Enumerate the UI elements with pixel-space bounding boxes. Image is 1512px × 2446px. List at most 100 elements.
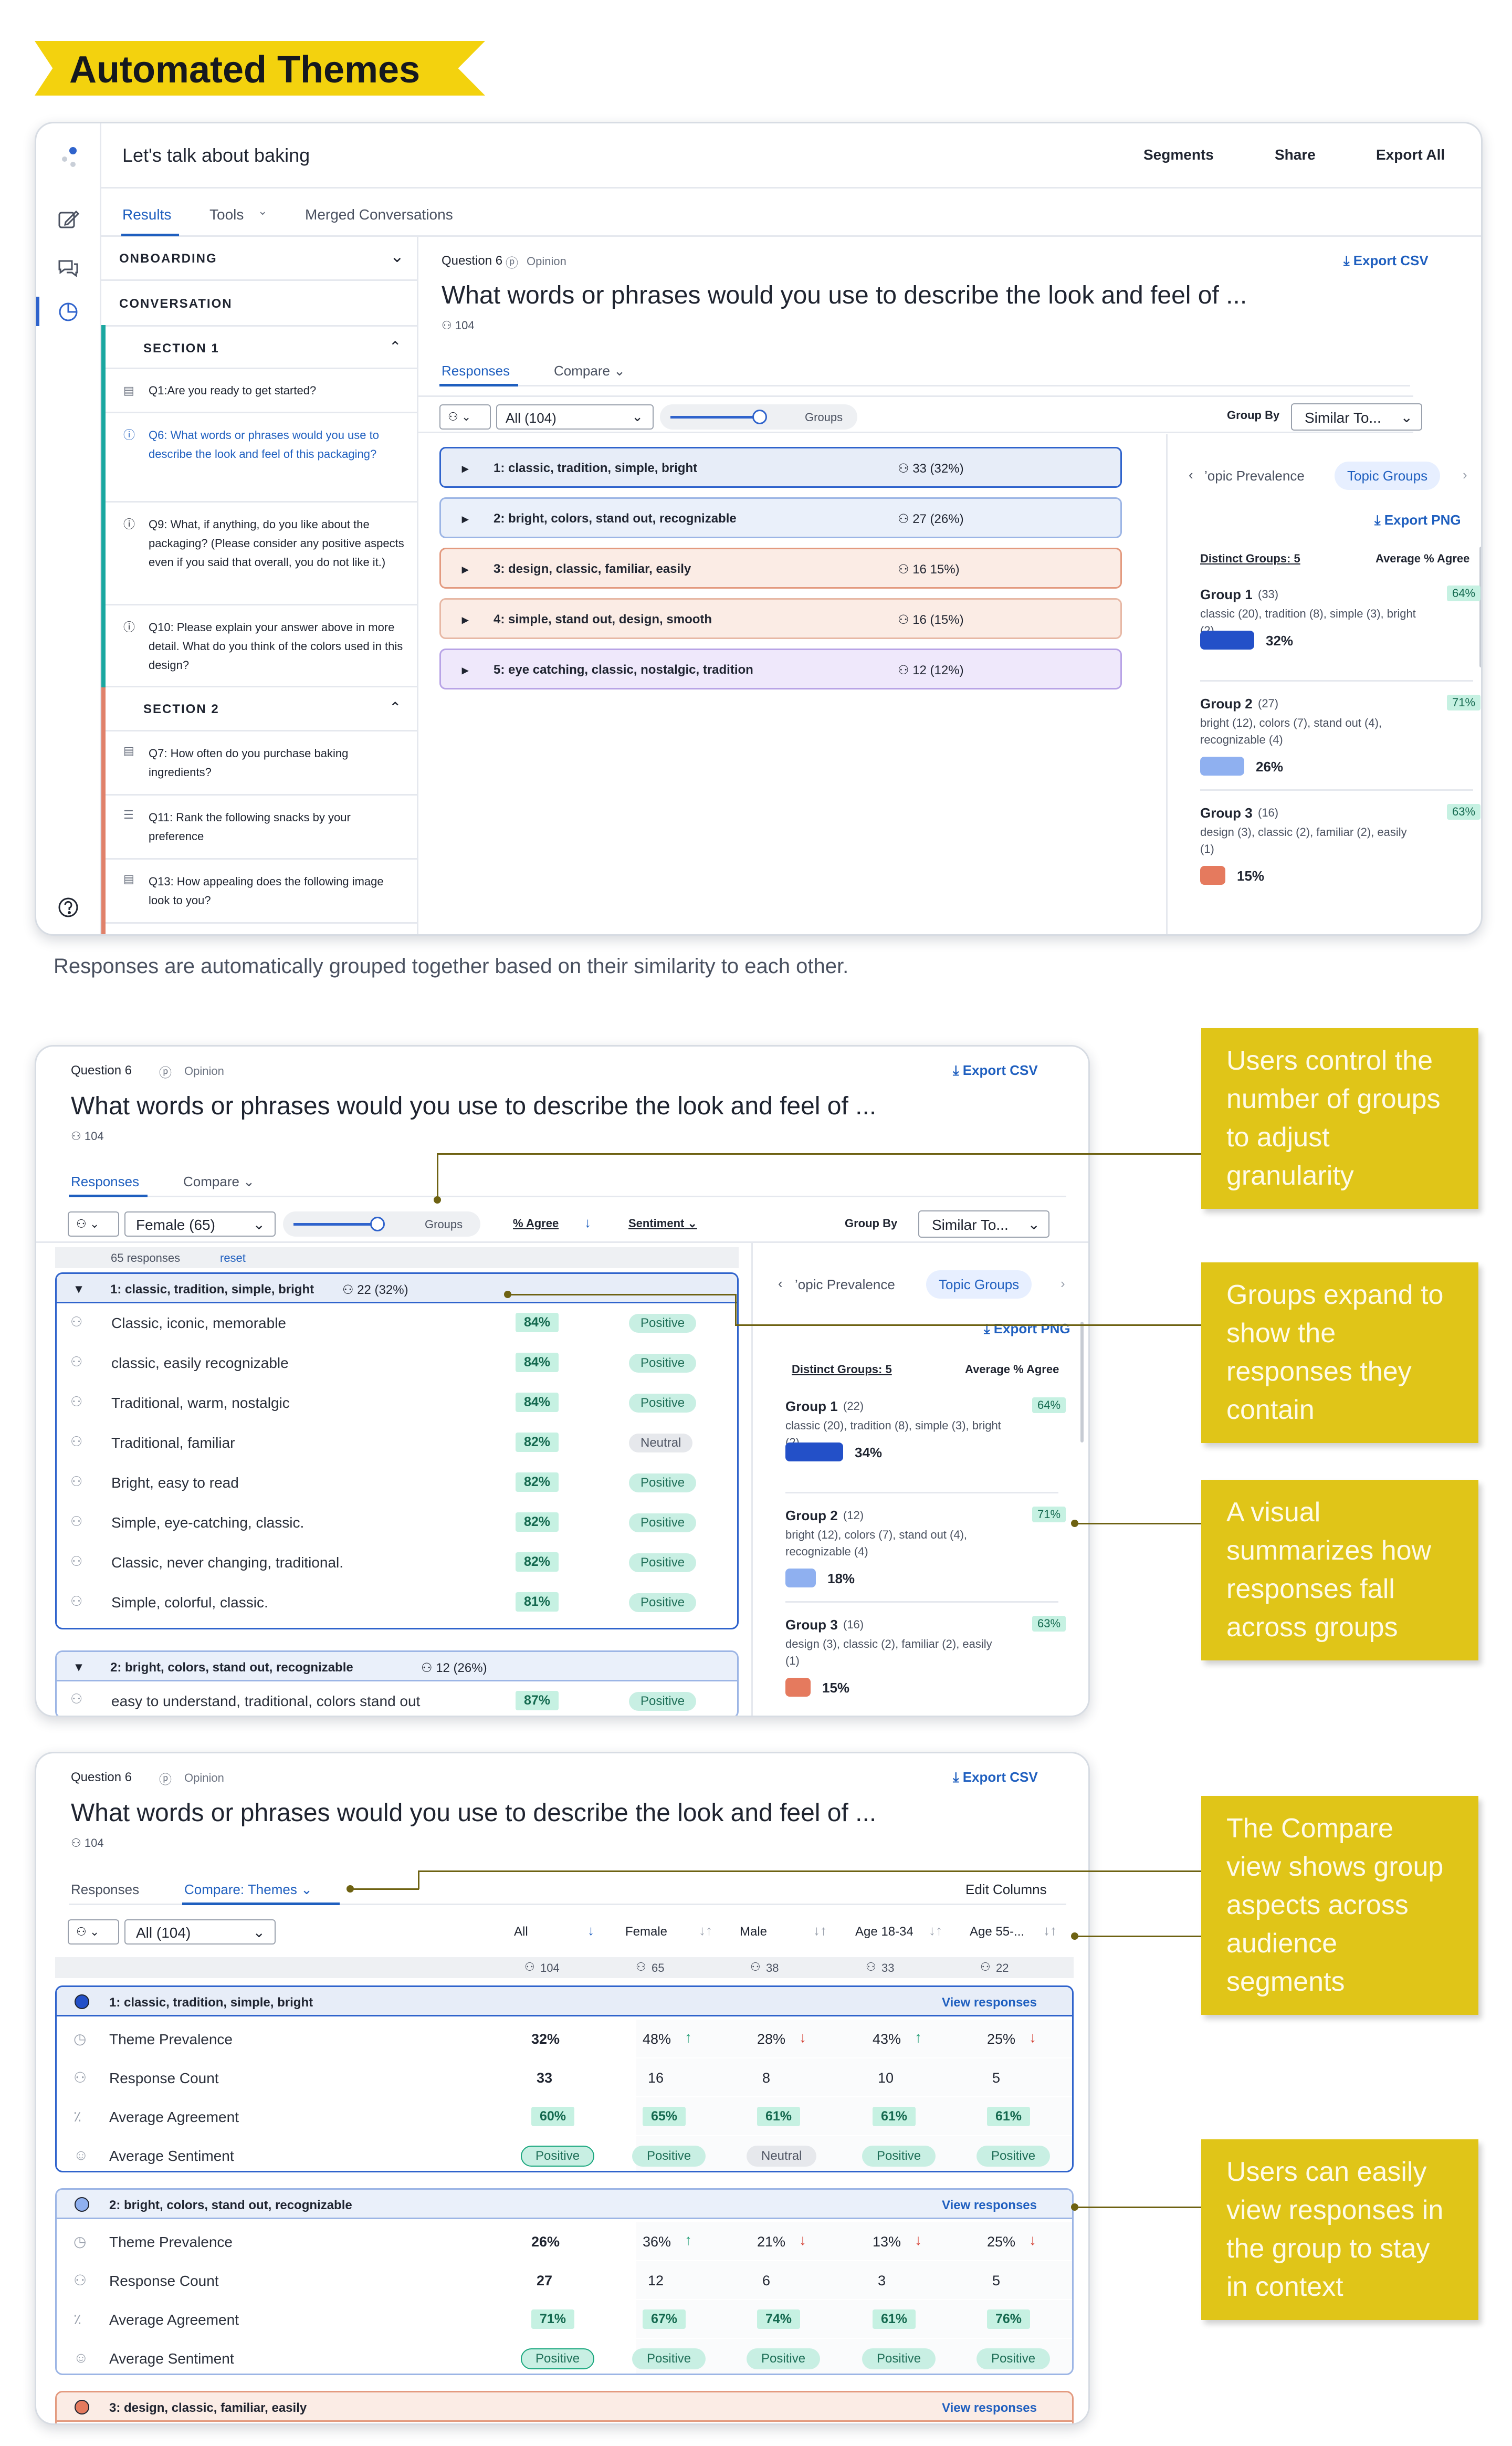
group-row[interactable]: ▸ 5: eye catching, classic, nostalgic, tr…	[439, 649, 1122, 689]
group-header[interactable]: ▾ 1: classic, tradition, simple, bright …	[57, 1274, 737, 1303]
export-png-button[interactable]: ⤓ Export PNG	[984, 1321, 1070, 1337]
chart-group-item[interactable]: Group 1 (22) 64% classic (20), tradition (8…	[785, 1397, 1066, 1499]
tab-compare[interactable]: Compare ⌄	[554, 363, 625, 379]
response-count: 6	[762, 2273, 771, 2288]
slider-handle[interactable]	[370, 1217, 385, 1231]
list-item[interactable]: ⚇ Classic, iconic, memorable 84% Positive	[57, 1303, 737, 1343]
sort-icon[interactable]: ↓↑	[929, 1922, 942, 1939]
column-header[interactable]: All	[514, 1925, 528, 1939]
tab-compare[interactable]: Compare ⌄	[183, 1174, 255, 1190]
list-item[interactable]: ⚇ easy to understand, traditional, color…	[57, 1681, 737, 1716]
sort-down-icon[interactable]: ↓	[584, 1215, 591, 1231]
help-icon[interactable]	[56, 895, 80, 919]
sort-icon[interactable]: ↓↑	[813, 1922, 827, 1939]
sidebar-item-q13[interactable]: ▤ Q13: How appealing does the following …	[106, 860, 418, 924]
column-header[interactable]: Male	[740, 1925, 767, 1939]
results-chart-icon[interactable]	[56, 300, 80, 324]
sort-icon[interactable]: ↓↑	[699, 1922, 712, 1939]
chart-group-item[interactable]: Group 3 (16) 63% design (3), classic (2), f…	[1200, 804, 1481, 906]
chart-group-item[interactable]: Group 1 (33) 64% classic (20), tradition (8…	[1200, 586, 1481, 687]
sidebar-item-q11[interactable]: ☰ Q11: Rank the following snacks by your…	[106, 796, 418, 860]
view-responses-link[interactable]: View responses	[942, 2198, 1037, 2213]
group-by-select[interactable]: Similar To... ⌄	[918, 1210, 1049, 1238]
group-row[interactable]: ▸ 2: bright, colors, stand out, recogniza…	[439, 497, 1122, 538]
column-header[interactable]: Age 18-34	[855, 1925, 914, 1939]
group-row[interactable]: ▸ 1: classic, tradition, simple, bright ⚇ …	[439, 447, 1122, 488]
edit-columns-button[interactable]: Edit Columns	[965, 1881, 1047, 1898]
list-item[interactable]: ⚇ Traditional, familiar 82% Neutral	[57, 1423, 737, 1463]
segment-picker[interactable]: ⚇ ⌄	[439, 404, 491, 430]
chevron-left-icon[interactable]: ‹	[1189, 467, 1193, 483]
tab-tools[interactable]: Tools	[209, 206, 244, 223]
export-csv-button[interactable]: ⤓ Export CSV	[953, 1062, 1038, 1079]
section-2-row[interactable]: SECTION 2 ⌃	[106, 687, 418, 731]
reset-link[interactable]: reset	[220, 1251, 246, 1265]
section-1-row[interactable]: SECTION 1 ⌃	[106, 325, 418, 369]
onboarding-row[interactable]: ONBOARDING ⌄	[101, 237, 418, 281]
list-item[interactable]: ⚇ Simple, eye-catching, classic. 82% Positi…	[57, 1503, 737, 1543]
list-item[interactable]: ⚇ Bright, easy to read 82% Positive	[57, 1463, 737, 1503]
view-responses-link[interactable]: View responses	[942, 1995, 1037, 2010]
export-csv-button[interactable]: ⤓ Export CSV	[953, 1769, 1038, 1786]
chart-group-item[interactable]: Group 3 (16) 63% design (3), classic (2), f…	[785, 1616, 1066, 1716]
filter-select[interactable]: Female (65) ⌄	[124, 1211, 276, 1237]
tab-responses[interactable]: Responses	[442, 363, 510, 379]
trend-up-icon: ↑	[685, 2232, 692, 2248]
tab-compare-themes[interactable]: Compare: Themes ⌄	[184, 1881, 312, 1898]
slider-handle[interactable]	[752, 410, 767, 424]
filter-select[interactable]: All (104) ⌄	[496, 404, 654, 430]
tab-topic-prevalence[interactable]: ’opic Prevalence	[1204, 468, 1305, 484]
sort-icon[interactable]: ↓↑	[1043, 1922, 1057, 1939]
sentiment-column-header[interactable]: Sentiment ⌄	[628, 1217, 697, 1230]
group-row[interactable]: ▸ 3: design, classic, familiar, easily ⚇ 1…	[439, 548, 1122, 589]
groups-slider[interactable]: Groups	[660, 404, 857, 430]
expanded-groups-card: Question 6 ⓟ Opinion ⤓ Export CSV What w…	[35, 1045, 1090, 1717]
agree-column-header[interactable]: % Agree	[513, 1217, 559, 1230]
segment-picker[interactable]: ⚇ ⌄	[68, 1211, 119, 1237]
chevron-left-icon[interactable]: ‹	[778, 1276, 783, 1292]
response-count: 10	[878, 2070, 894, 2086]
sidebar-item-q7[interactable]: ▤ Q7: How often do you purchase baking i…	[106, 731, 418, 796]
tab-merged-conversations[interactable]: Merged Conversations	[305, 206, 453, 223]
tab-topic-groups[interactable]: Topic Groups	[1335, 462, 1441, 490]
sidebar-item-q9[interactable]: ⓘ Q9: What, if anything, do you like abo…	[106, 503, 418, 605]
share-button[interactable]: Share	[1275, 147, 1316, 163]
column-header[interactable]: Female	[625, 1925, 667, 1939]
sort-icon[interactable]: ↓	[587, 1922, 594, 1939]
prevalence-value: 32%	[531, 2031, 560, 2047]
list-item[interactable]: ⚇ Traditional, warm, nostalgic 84% Positive	[57, 1383, 737, 1423]
groups-slider[interactable]: Groups	[283, 1211, 480, 1237]
list-item[interactable]: ⚇ Simple, colorful, classic. 81% Positive	[57, 1583, 737, 1623]
segment-picker[interactable]: ⚇ ⌄	[68, 1919, 119, 1945]
tab-topic-groups[interactable]: Topic Groups	[926, 1270, 1032, 1299]
edit-icon[interactable]	[56, 207, 80, 232]
list-item[interactable]: ⚇ Classic, never changing, traditional. 82…	[57, 1543, 737, 1583]
scrollbar[interactable]	[1080, 1322, 1084, 1442]
chat-icon[interactable]	[56, 255, 80, 279]
group-row[interactable]: ▸ 4: simple, stand out, design, smooth ⚇ 1…	[439, 598, 1122, 639]
agree-badge: 61%	[873, 2309, 916, 2329]
column-header[interactable]: Age 55-...	[970, 1925, 1024, 1939]
chevron-right-icon[interactable]: ›	[1060, 1276, 1065, 1292]
view-responses-link[interactable]: View responses	[942, 2401, 1037, 2416]
filter-select[interactable]: All (104) ⌄	[124, 1919, 276, 1945]
tab-topic-prevalence[interactable]: ’opic Prevalence	[795, 1277, 895, 1293]
tab-responses[interactable]: Responses	[71, 1881, 139, 1898]
segments-button[interactable]: Segments	[1143, 147, 1214, 163]
export-csv-button[interactable]: ⤓ Export CSV	[1343, 253, 1429, 269]
tab-results[interactable]: Results	[122, 206, 171, 223]
export-png-button[interactable]: ⤓ Export PNG	[1374, 512, 1461, 529]
tab-responses[interactable]: Responses	[71, 1174, 139, 1190]
group-header[interactable]: ▾ 2: bright, colors, stand out, recogniz…	[57, 1652, 737, 1681]
list-item[interactable]: ⚇ classic, easily recognizable 84% Positive	[57, 1343, 737, 1383]
sidebar-item-q6[interactable]: ⓘ Q6: What words or phrases would you us…	[106, 413, 418, 503]
chevron-right-icon[interactable]: ›	[1463, 467, 1467, 483]
chart-group-item[interactable]: Group 2 (27) 71% bright (12), colors (7), s…	[1200, 695, 1481, 797]
caret-down-icon: ▾	[76, 1282, 82, 1296]
group-by-select[interactable]: Similar To... ⌄	[1291, 403, 1422, 431]
export-all-button[interactable]: Export All	[1376, 147, 1445, 163]
chart-group-item[interactable]: Group 2 (12) 71% bright (12), colors (7), s…	[785, 1507, 1066, 1608]
sidebar-item-q10[interactable]: ⓘ Q10: Please explain your answer above …	[106, 605, 418, 687]
scrollbar[interactable]	[1479, 547, 1481, 667]
sidebar-item-q1[interactable]: ▤ Q1:Are you ready to get started?	[106, 369, 418, 413]
